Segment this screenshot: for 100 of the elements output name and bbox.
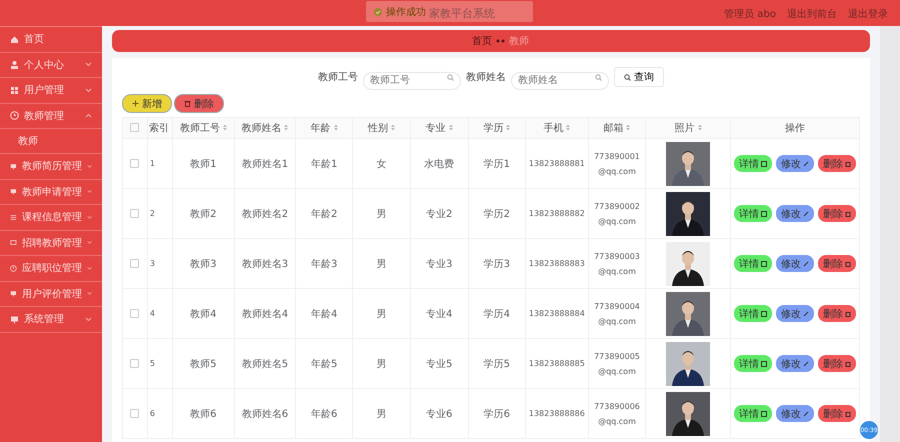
table-cell: 学历1 [484,158,510,170]
checkbox[interactable] [130,308,140,318]
sort-icon [222,124,227,131]
toast-message: 操作成功 [386,6,426,18]
edit-button[interactable]: 修改 [776,405,814,422]
table-cell: 专业5 [426,358,452,370]
document-icon [761,410,768,416]
table-cell: 教师5 [190,358,216,370]
table-cell: 专业4 [426,308,452,320]
search-field[interactable]: 教师姓名 [511,72,609,90]
checkbox[interactable] [130,408,140,418]
pencil-icon [803,410,810,416]
table-cell: 4 [150,309,155,318]
sidebar-item[interactable]: 系统管理 [0,307,102,332]
delete-button[interactable]: 删除 [818,405,856,422]
menu-icon [10,86,19,95]
document-icon [761,160,768,166]
sidebar-item[interactable]: 招聘教师管理 [0,230,102,256]
sidebar-item[interactable]: 应聘职位管理 [0,256,102,282]
trash-icon [845,360,852,366]
table-cell: 教师姓名6 [242,408,288,420]
scrollbar[interactable] [880,26,900,442]
delete-button[interactable]: 删除 [818,305,856,322]
sidebar-item[interactable]: 教师简历管理 [0,154,102,180]
table-cell: 教师3 [190,258,216,270]
table-cell: 学历2 [484,208,510,220]
add-button[interactable]: 新增 [122,94,172,113]
delete-button[interactable]: 删除 [818,355,856,372]
table-cell: 教师姓名1 [242,158,288,170]
delete-button[interactable]: 删除 [818,255,856,272]
detail-button[interactable]: 详情 [734,155,772,172]
edit-button[interactable]: 修改 [776,155,814,172]
header-link[interactable]: 退出到前台 [787,7,837,21]
sidebar-subitem[interactable]: 教师 [0,129,102,154]
edit-button[interactable]: 修改 [776,305,814,322]
field-label: 教师姓名 [466,71,506,84]
success-icon [374,8,382,16]
separator-icon [496,39,505,43]
table-cell: 年龄6 [310,408,338,420]
delete-button[interactable]: 删除 [818,155,856,172]
trash-icon [845,160,852,166]
checkbox[interactable] [130,358,140,368]
menu-icon [10,238,17,248]
table-cell: 13823888881 [528,159,585,168]
table-cell: 教师1 [190,158,216,170]
table-cell: 年龄2 [310,208,338,220]
chevron-down-icon [86,266,92,271]
detail-button[interactable]: 详情 [734,355,772,372]
table-cell: 773890005@qq.com [594,352,640,376]
delete-button[interactable]: 删除 [818,205,856,222]
detail-button[interactable]: 详情 [734,205,772,222]
column-header: 索引 [148,123,169,134]
search-button[interactable]: 查询 [614,67,664,87]
edit-button[interactable]: 修改 [776,355,814,372]
checkbox[interactable] [130,158,140,168]
table-cell: 教师4 [190,308,216,320]
trash-icon [845,310,852,316]
sidebar-item[interactable]: 用户评价管理 [0,282,102,307]
trash-icon [845,410,852,416]
detail-button[interactable]: 详情 [734,255,772,272]
delete-button[interactable]: 删除 [174,94,224,113]
table-cell: 学历3 [484,258,510,270]
table-cell: 5 [150,359,155,368]
detail-button[interactable]: 详情 [734,405,772,422]
menu-icon [10,162,17,171]
sidebar-item[interactable]: 教师申请管理 [0,180,102,205]
menu-icon [10,60,19,70]
sidebar-item[interactable]: 教师管理 [0,104,102,129]
table-cell: 男 [376,208,387,220]
table-cell: 773890004@qq.com [594,302,640,326]
table-cell: 年龄5 [310,358,338,370]
table-cell: 13823888884 [528,309,585,318]
checkbox[interactable] [130,258,140,268]
sidebar-item[interactable]: 首页 [0,27,102,52]
pencil-icon [803,160,810,166]
edit-button[interactable]: 修改 [776,205,814,222]
table-cell: 学历4 [484,308,510,320]
column-header[interactable]: 照片 [674,123,702,134]
table-cell: 773890003@qq.com [594,252,640,276]
table-cell: 13823888882 [528,209,585,218]
table-cell: 男 [376,308,387,320]
search-field[interactable]: 教师工号 [363,72,461,90]
menu-icon [10,314,19,324]
sidebar-item[interactable]: 课程信息管理 [0,205,102,230]
edit-button[interactable]: 修改 [776,255,814,272]
breadcrumb-link[interactable]: 首页 [472,34,492,48]
menu-icon [10,111,19,120]
sidebar-item[interactable]: 个人中心 [0,52,102,78]
header-link[interactable]: 退出登录 [848,7,888,21]
table-cell: 年龄4 [310,308,338,320]
table-cell: 专业6 [426,408,452,420]
table-cell: 教师6 [190,408,216,420]
table-cell: 水电费 [424,158,454,170]
table-cell: 女 [376,158,387,170]
checkbox[interactable] [130,123,140,132]
detail-button[interactable]: 详情 [734,305,772,322]
table-cell: 6 [150,409,155,418]
table-cell: 男 [376,258,387,270]
sidebar-item[interactable]: 用户管理 [0,78,102,104]
checkbox[interactable] [130,208,140,218]
